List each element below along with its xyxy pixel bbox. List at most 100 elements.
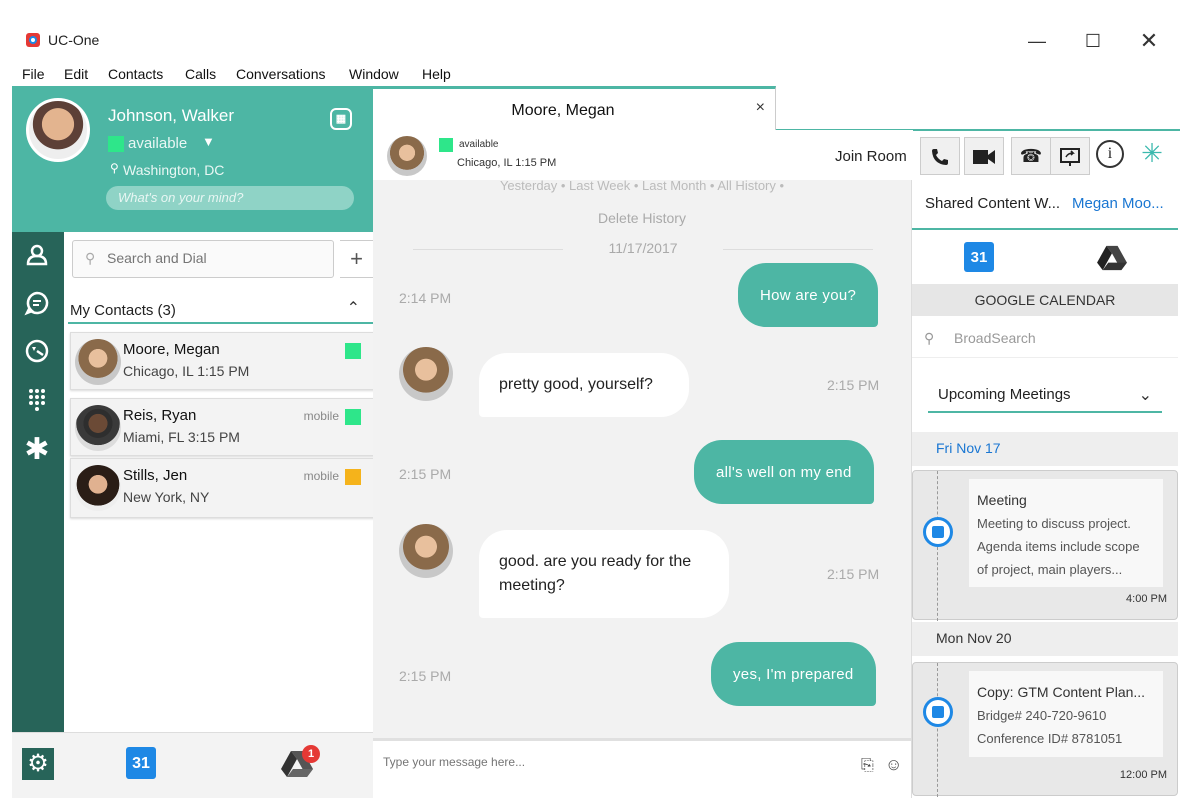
presence-indicator <box>345 343 361 359</box>
device-label: mobile <box>303 409 339 423</box>
conversation-tab[interactable]: Moore, Megan × <box>373 86 776 130</box>
menu-edit[interactable]: Edit <box>64 66 88 82</box>
contact-name: Stills, Jen <box>123 467 188 484</box>
meeting-time: 4:00 PM <box>1126 593 1167 605</box>
menu-bar: File Edit Contacts Calls Conversations W… <box>0 62 1192 86</box>
history-filter[interactable]: Yesterday • Last Week • Last Month • All… <box>373 180 911 193</box>
meeting-line: Meeting to discuss project. <box>977 516 1131 531</box>
search-input[interactable] <box>107 250 317 266</box>
contact-location: Miami, FL 3:15 PM <box>123 429 240 445</box>
meeting-line: Agenda items include scope <box>977 539 1140 554</box>
info-icon[interactable]: i <box>1096 140 1124 168</box>
conversation-header: available Chicago, IL 1:15 PM Join Room <box>373 130 913 180</box>
outgoing-message: yes, I'm prepared <box>711 642 876 706</box>
calendar-event-icon <box>923 517 953 547</box>
meeting-line: Bridge# 240-720-9610 <box>977 708 1107 723</box>
maximize-button[interactable]: ☐ <box>1078 28 1108 54</box>
presence-indicator <box>345 409 361 425</box>
shared-content-tab[interactable]: Shared Content W... <box>925 195 1060 212</box>
presence-status[interactable]: available <box>128 135 187 152</box>
profile-name: Johnson, Walker <box>108 106 234 125</box>
menu-file[interactable]: File <box>22 66 45 82</box>
avatar <box>75 465 121 511</box>
meeting-card[interactable]: Copy: GTM Content Plan... Bridge# 240-72… <box>912 662 1178 797</box>
outgoing-message: How are you? <box>738 263 879 327</box>
calendar-event-icon <box>923 697 953 727</box>
avatar <box>399 524 453 578</box>
google-drive-icon[interactable] <box>1096 244 1128 272</box>
desk-phone-icon[interactable]: ☎ <box>1011 137 1051 175</box>
menu-help[interactable]: Help <box>422 66 451 82</box>
asterisk-icon[interactable]: ✱ <box>23 435 51 465</box>
menu-contacts[interactable]: Contacts <box>108 66 163 82</box>
message-time: 2:15 PM <box>399 466 452 482</box>
contact-card[interactable]: Reis, Ryan Miami, FL 3:15 PM mobile <box>70 398 376 456</box>
calendar-icon[interactable]: 31 <box>126 747 156 779</box>
contact-name: Reis, Ryan <box>123 407 197 424</box>
contact-status: available <box>459 139 499 150</box>
broadsearch-input[interactable]: BroadSearch <box>954 330 1036 346</box>
chevron-up-icon[interactable]: ⌃ <box>347 298 360 318</box>
chat-icon[interactable] <box>23 290 51 318</box>
profile-avatar[interactable] <box>26 98 90 162</box>
share-content-icon[interactable]: ✳ <box>1138 137 1166 173</box>
emoji-icon[interactable]: ☺ <box>885 755 902 775</box>
search-icon: ⚲ <box>85 250 96 266</box>
title-bar: UC-One — ☐ ✕ <box>0 0 1192 62</box>
meeting-title: Copy: GTM Content Plan... <box>977 684 1146 700</box>
video-call-icon[interactable] <box>964 137 1004 175</box>
contacts-group-header[interactable]: My Contacts (3) ⌃ <box>68 294 374 324</box>
meeting-card[interactable]: Meeting Meeting to discuss project. Agen… <box>912 470 1178 621</box>
day-header: Mon Nov 20 <box>912 622 1178 656</box>
menu-calls[interactable]: Calls <box>185 66 216 82</box>
gear-icon[interactable]: ⚙ <box>22 748 54 780</box>
away-indicator <box>345 469 361 485</box>
shared-content-contact[interactable]: Megan Moo... <box>1072 195 1164 212</box>
delete-history-link[interactable]: Delete History <box>373 210 911 226</box>
divider <box>912 357 1178 358</box>
close-tab-button[interactable]: × <box>756 99 765 117</box>
building-icon[interactable]: ▦ <box>330 108 352 130</box>
menu-window[interactable]: Window <box>349 66 399 82</box>
screen-share-icon[interactable] <box>1050 137 1090 175</box>
add-contact-button[interactable]: + <box>340 240 374 278</box>
meeting-time: 12:00 PM <box>1119 769 1167 781</box>
search-box[interactable]: ⚲ <box>72 240 334 278</box>
profile-location[interactable]: Washington, DC <box>123 162 224 178</box>
menu-conversations[interactable]: Conversations <box>236 66 326 82</box>
contact-card[interactable]: Stills, Jen New York, NY mobile <box>70 458 376 518</box>
calendar-icon[interactable]: 31 <box>964 242 994 272</box>
outgoing-message: all's well on my end <box>694 440 874 504</box>
avatar <box>387 136 427 176</box>
close-window-button[interactable]: ✕ <box>1134 28 1164 54</box>
incoming-message: pretty good, yourself? <box>479 353 689 417</box>
shared-content-panel: Shared Content W... Megan Moo... 31 GOOG… <box>911 180 1181 798</box>
conversation-history: Yesterday • Last Week • Last Month • All… <box>373 180 911 738</box>
call-history-icon[interactable] <box>23 338 51 366</box>
contact-card[interactable]: Moore, Megan Chicago, IL 1:15 PM <box>70 332 376 390</box>
presence-indicator <box>439 138 453 152</box>
message-input[interactable] <box>383 755 843 769</box>
meetings-dropdown[interactable]: Upcoming Meetings ⌄ <box>928 379 1162 413</box>
avatar <box>75 339 121 385</box>
contact-location: Chicago, IL 1:15 PM <box>123 363 250 379</box>
join-room-button[interactable]: Join Room <box>835 148 907 165</box>
contacts-icon[interactable] <box>23 242 51 270</box>
presence-indicator <box>108 136 124 152</box>
meeting-title: Meeting <box>977 492 1027 508</box>
chevron-down-icon[interactable]: ⌄ <box>1139 385 1152 405</box>
contact-name: Moore, Megan <box>123 341 220 358</box>
date-divider: 11/17/2017 <box>413 240 873 258</box>
incoming-message: good. are you ready for the meeting? <box>479 530 729 618</box>
chevron-down-icon[interactable]: ▼ <box>202 134 215 149</box>
phone-icon[interactable] <box>920 137 960 175</box>
meeting-line: Conference ID# 8781051 <box>977 731 1123 746</box>
contact-location: New York, NY <box>123 489 210 505</box>
attach-file-icon[interactable]: ⎘ <box>861 757 874 775</box>
bottom-toolbar: ⚙ 31 1 <box>12 732 375 798</box>
profile-header: Johnson, Walker available ▼ ⚲ Washington… <box>12 86 373 232</box>
dialpad-icon[interactable] <box>23 386 51 414</box>
app-logo-icon <box>26 33 40 47</box>
mood-input[interactable]: What's on your mind? <box>106 186 354 210</box>
minimize-button[interactable]: — <box>1022 28 1052 54</box>
